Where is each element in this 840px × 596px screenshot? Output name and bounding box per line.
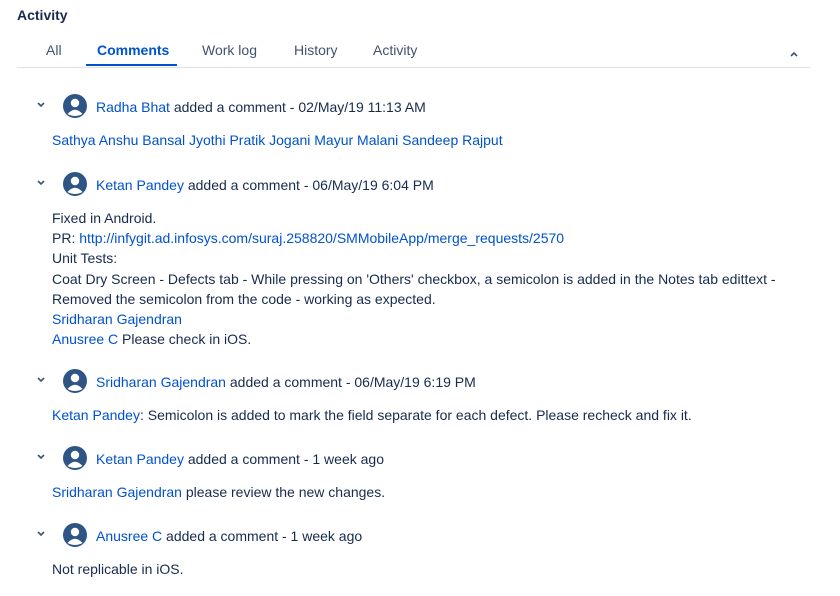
chevron-down-icon[interactable] [35, 178, 47, 188]
comment-body: Fixed in Android. PR: http://infygit.ad.… [52, 208, 822, 349]
comment-author-link[interactable]: Ketan Pandey [96, 451, 184, 467]
tab-history[interactable]: History [294, 42, 338, 58]
activity-tabs: All Comments Work log History Activity [17, 38, 810, 68]
chevron-down-icon[interactable] [35, 100, 47, 110]
comment-header: Ketan Pandey added a comment - 1 week ag… [96, 451, 384, 467]
comment-author-link[interactable]: Radha Bhat [96, 99, 170, 115]
comment-meta: added a comment - 1 week ago [162, 528, 363, 544]
comment-header: Radha Bhat added a comment - 02/May/19 1… [96, 99, 426, 115]
tab-work-log[interactable]: Work log [202, 42, 257, 58]
chevron-down-icon[interactable] [35, 529, 47, 539]
comment-body: Sridharan Gajendran please review the ne… [52, 482, 822, 502]
chevron-down-icon[interactable] [35, 375, 47, 385]
comment-author-link[interactable]: Ketan Pandey [96, 177, 184, 193]
comment-text: Not replicable in iOS. [52, 561, 184, 577]
active-tab-indicator [86, 64, 177, 66]
comment-text: Removed the semicolon from the code - wo… [52, 290, 436, 307]
user-avatar-icon[interactable] [63, 94, 87, 118]
comment-text: Coat Dry Screen - Defects tab - While pr… [52, 270, 776, 287]
comment-text: : Semicolon is added to mark the field s… [139, 407, 692, 423]
user-avatar-icon[interactable] [63, 446, 87, 470]
comment-header: Ketan Pandey added a comment - 06/May/19… [96, 177, 434, 193]
user-mention-link[interactable]: Sridharan Gajendran [52, 311, 182, 327]
tab-activity[interactable]: Activity [373, 42, 417, 58]
chevron-up-icon[interactable] [788, 49, 800, 59]
tab-all[interactable]: All [46, 42, 62, 58]
user-mention-link[interactable]: Anusree C [52, 331, 118, 347]
pr-link[interactable]: http://infygit.ad.infosys.com/suraj.2588… [79, 230, 564, 246]
comment-meta: added a comment - 06/May/19 6:04 PM [183, 177, 434, 193]
comment-header: Sridharan Gajendran added a comment - 06… [96, 374, 476, 390]
comment-text: Unit Tests: [52, 250, 118, 267]
comment-text: please review the new changes. [181, 484, 386, 500]
comment-body: Not replicable in iOS. [52, 559, 822, 579]
user-avatar-icon[interactable] [63, 172, 87, 196]
comment-text: Fixed in Android. [52, 210, 157, 226]
comment-body: Sathya Anshu Bansal Jyothi Pratik Jogani… [52, 130, 822, 150]
activity-section-title: Activity [17, 7, 68, 23]
comment-header: Anusree C added a comment - 1 week ago [96, 528, 362, 544]
user-avatar-icon[interactable] [63, 369, 87, 393]
comment-meta: added a comment - 06/May/19 6:19 PM [225, 374, 476, 390]
pr-label: PR: [52, 230, 80, 247]
comment-body: Ketan Pandey: Semicolon is added to mark… [52, 405, 822, 425]
user-mention-link[interactable]: Ketan Pandey [52, 407, 140, 423]
comment-author-link[interactable]: Sridharan Gajendran [96, 374, 226, 390]
comment-author-link[interactable]: Anusree C [96, 528, 162, 544]
tab-comments[interactable]: Comments [97, 42, 169, 58]
user-mention-link[interactable]: Sathya Anshu Bansal Jyothi Pratik Jogani… [52, 132, 503, 148]
comment-meta: added a comment - 1 week ago [183, 451, 384, 467]
chevron-down-icon[interactable] [35, 452, 47, 462]
comment-meta: added a comment - 02/May/19 11:13 AM [169, 99, 426, 115]
comment-text: Please check in iOS. [118, 331, 252, 348]
user-mention-link[interactable]: Sridharan Gajendran [52, 484, 182, 500]
user-avatar-icon[interactable] [63, 523, 87, 547]
